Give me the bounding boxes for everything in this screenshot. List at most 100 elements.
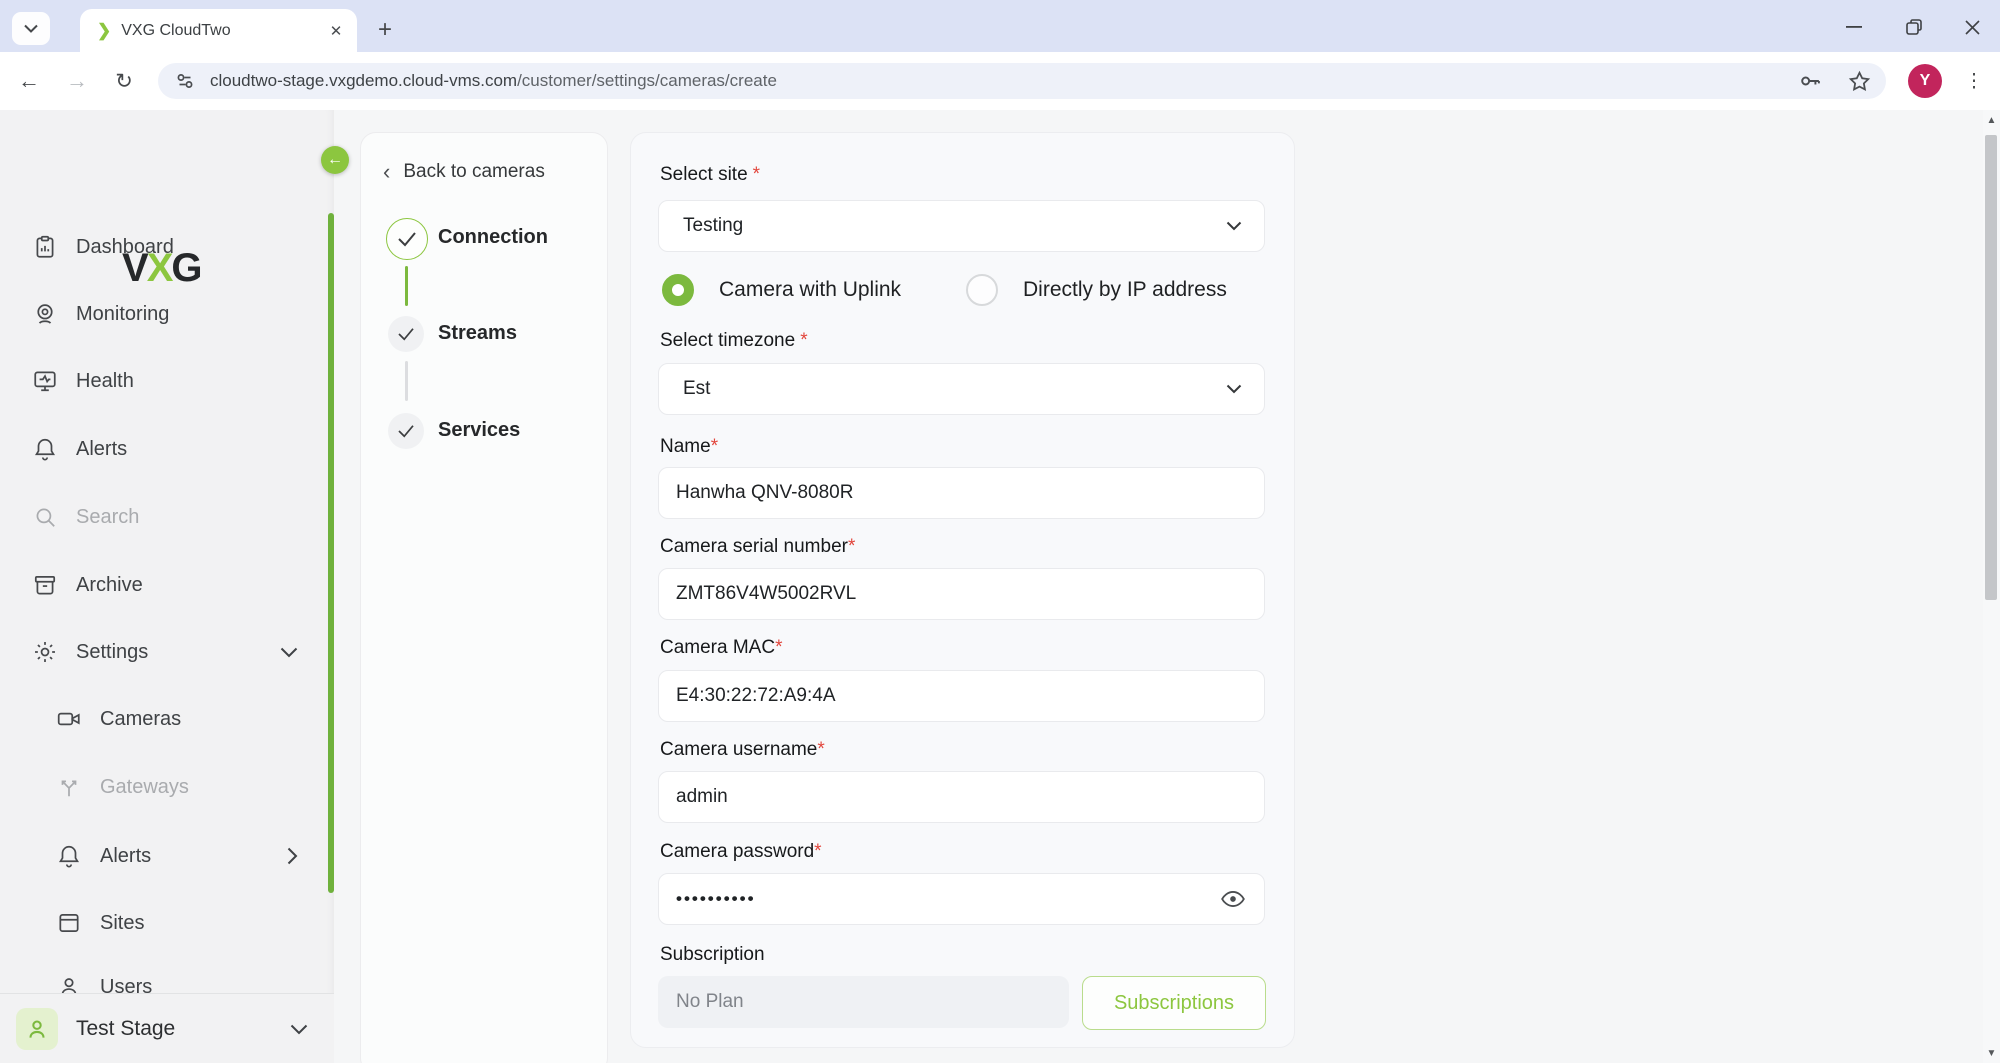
chevron-right-icon [287,847,298,865]
tab-title: VXG CloudTwo [121,22,325,40]
scrollbar-up-arrow[interactable]: ▲ [1983,112,2000,128]
check-icon [397,231,417,247]
sidebar-item-label: Gateways [100,776,189,799]
mac-input[interactable] [674,684,1264,708]
timezone-select[interactable]: Est [658,363,1265,415]
subscription-plan-field [658,976,1069,1028]
sidebar-item-label: Dashboard [76,236,174,259]
person-icon [24,1016,50,1042]
step-streams[interactable] [388,316,424,352]
archive-icon [32,572,58,598]
radio-label: Directly by IP address [1023,278,1227,302]
chevron-down-icon [24,24,38,33]
bookmark-star-icon[interactable] [1847,69,1872,94]
bell-icon [32,436,58,462]
mac-field [658,670,1265,722]
show-password-eye-icon[interactable] [1220,886,1246,912]
sidebar-item-label: Search [76,506,139,529]
sidebar-item-monitoring[interactable]: Monitoring [0,287,334,341]
step-services-label[interactable]: Services [438,419,520,442]
sidebar-item-label: Alerts [76,438,127,461]
sidebar-item-sites[interactable]: Sites [0,896,334,950]
sidebar-item-label: Archive [76,574,143,597]
step-streams-indicator [388,316,424,352]
window-minimize-button[interactable] [1832,14,1876,40]
step-streams-label[interactable]: Streams [438,322,517,345]
password-input[interactable] [674,888,1220,910]
scrollbar-down-arrow[interactable]: ▼ [1983,1045,2000,1061]
sidebar-item-archive[interactable]: Archive [0,558,334,612]
radio-directly-by-ip[interactable]: Directly by IP address [966,274,1227,306]
page-scrollbar-thumb[interactable] [1985,135,1997,600]
sidebar-item-label: Sites [100,912,144,935]
video-camera-icon [56,706,82,732]
sidebar-scrollbar-thumb[interactable] [328,213,334,893]
sidebar: VXG Dashboard Monitoring Health Alerts S… [0,110,334,1063]
site-info-icon[interactable] [174,70,196,92]
window-close-button[interactable] [1950,14,1994,40]
required-asterisk: * [711,436,718,457]
serial-input[interactable] [674,582,1264,606]
tab-close-button[interactable]: ✕ [325,20,347,42]
site-select[interactable]: Testing [658,200,1265,252]
sites-window-icon [56,910,82,936]
required-asterisk: * [800,330,807,351]
password-field [658,873,1265,925]
browser-menu-button[interactable]: ⋮ [1962,64,1986,98]
sidebar-item-alerts[interactable]: Alerts [0,422,334,476]
required-asterisk: * [848,536,855,557]
back-button[interactable]: ← [12,64,46,98]
step-services[interactable] [388,413,424,449]
required-asterisk: * [814,841,821,862]
tab-search-button[interactable] [12,12,50,45]
step-services-indicator [388,413,424,449]
subscriptions-button[interactable]: Subscriptions [1082,976,1266,1030]
mac-label: Camera MAC* [660,637,782,661]
password-manager-key-icon[interactable] [1797,68,1823,94]
forward-button[interactable]: → [60,64,94,98]
name-label: Name* [660,436,718,460]
step-connection-label[interactable]: Connection [438,226,548,249]
chevron-down-icon [280,647,298,658]
sidebar-item-label: Cameras [100,708,181,731]
window-restore-button[interactable] [1892,14,1936,40]
sidebar-item-settings[interactable]: Settings [0,625,334,679]
address-bar[interactable]: cloudtwo-stage.vxgdemo.cloud-vms.com/cus… [158,63,1886,99]
sidebar-item-health[interactable]: Health [0,354,334,408]
url-domain: cloudtwo-stage.vxgdemo.cloud-vms.com [210,71,517,90]
new-tab-button[interactable]: + [371,17,399,45]
health-monitor-icon [32,368,58,394]
step-connection[interactable] [386,218,428,260]
reload-button[interactable]: ↻ [107,64,141,98]
radio-camera-with-uplink[interactable]: Camera with Uplink [662,274,901,306]
sidebar-item-dashboard[interactable]: Dashboard [0,220,334,274]
required-asterisk: * [753,164,760,185]
sidebar-item-search[interactable]: Search [0,490,334,544]
sidebar-item-cameras[interactable]: Cameras [0,692,334,746]
back-to-cameras-link[interactable]: ‹ Back to cameras [383,159,545,185]
back-link-label: Back to cameras [403,161,545,183]
sidebar-item-alerts-sub[interactable]: Alerts [0,829,334,883]
sidebar-item-gateways[interactable]: Gateways [0,760,334,814]
username-input[interactable] [674,785,1264,809]
profile-avatar[interactable]: Y [1908,64,1942,98]
name-input[interactable] [674,481,1264,505]
chevron-down-icon [1226,384,1242,394]
sidebar-item-label: Monitoring [76,303,169,326]
split-arrows-icon [56,774,82,800]
step-connector [405,361,408,401]
gear-icon [32,639,58,665]
vxg-favicon-icon: ❯ [97,21,111,41]
account-name: Test Stage [76,1017,175,1041]
account-switcher[interactable]: Test Stage [0,993,334,1063]
browser-tab[interactable]: ❯ VXG CloudTwo ✕ [80,9,357,52]
subscription-plan-input [674,990,1048,1014]
dashboard-icon [32,234,58,260]
browser-window: ❯ VXG CloudTwo ✕ + ← → ↻ cloudtwo-stage.… [0,0,2000,1063]
sidebar-collapse-button[interactable]: ← [321,146,349,174]
select-timezone-label: Select timezone* [660,330,808,354]
sidebar-item-label: Health [76,370,134,393]
radio-label: Camera with Uplink [719,278,901,302]
subscription-label: Subscription [660,944,765,968]
step-connection-indicator [386,218,428,260]
